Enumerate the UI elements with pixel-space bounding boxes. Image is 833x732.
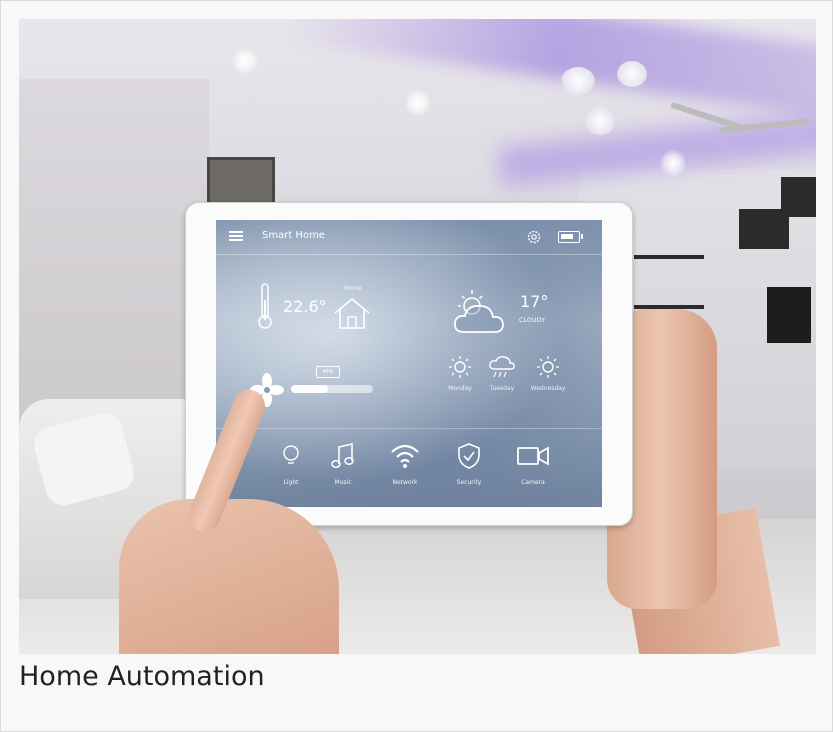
- dock-label: Light: [283, 479, 299, 486]
- rain-cloud-icon: [489, 356, 515, 378]
- ceiling-spotlight: [659, 149, 687, 177]
- image-card: Smart Home 22.6° Home 17° CLOUDY 45% Mon…: [0, 0, 833, 732]
- forecast-day-label: Monday: [448, 385, 472, 392]
- sun-icon: [537, 356, 559, 378]
- ceiling-spotlight: [404, 89, 432, 117]
- thermometer-icon: [258, 283, 272, 329]
- tablet-device: Smart Home 22.6° Home 17° CLOUDY 45% Mon…: [185, 202, 633, 526]
- fan-slider-fill: [291, 385, 328, 393]
- sun-icon: [449, 356, 471, 378]
- dock-network[interactable]: Network: [380, 442, 430, 486]
- hamburger-menu-icon[interactable]: [229, 231, 243, 241]
- forecast-monday[interactable]: Monday: [438, 355, 482, 392]
- dock-security[interactable]: Security: [444, 442, 494, 486]
- dock-music[interactable]: Music: [318, 442, 368, 486]
- weather-temperature: 17°: [520, 292, 549, 311]
- wifi-icon: [391, 444, 419, 468]
- home-automation-photo: Smart Home 22.6° Home 17° CLOUDY 45% Mon…: [19, 19, 816, 654]
- ceiling-light-band: [276, 19, 816, 118]
- fan-slider-value: 45%: [316, 366, 340, 378]
- house-icon[interactable]: [333, 296, 371, 330]
- dock-label: Security: [456, 479, 482, 486]
- gear-icon[interactable]: [526, 229, 542, 245]
- video-camera-icon: [517, 446, 549, 466]
- home-label: Home: [344, 285, 362, 292]
- app-title: Smart Home: [262, 230, 325, 241]
- dock-label: Camera: [521, 479, 545, 486]
- screen-divider: [216, 428, 602, 429]
- wall-shelf: [781, 177, 816, 217]
- fan-speed-slider[interactable]: [291, 385, 373, 393]
- image-caption: Home Automation: [19, 661, 265, 692]
- dock-label: Network: [392, 479, 418, 486]
- forecast-day-label: Wednesday: [530, 385, 566, 392]
- dock-camera[interactable]: Camera: [508, 442, 558, 486]
- forecast-day-label: Tuesday: [489, 385, 515, 392]
- shield-check-icon: [458, 443, 480, 469]
- app-top-bar: Smart Home: [216, 220, 602, 255]
- battery-icon: [558, 231, 583, 243]
- weather-condition: CLOUDY: [519, 317, 546, 324]
- wall-shelf: [634, 255, 704, 259]
- temperature-value: 22.6°: [283, 297, 327, 316]
- music-note-icon: [331, 442, 354, 468]
- chandelier-lamp: [584, 107, 616, 135]
- ceiling-spotlight: [231, 47, 259, 75]
- chandelier-lamp: [617, 61, 647, 87]
- forecast-wednesday[interactable]: Wednesday: [526, 355, 570, 392]
- sun-cloud-icon: [454, 290, 504, 333]
- dock-label: Music: [334, 479, 352, 486]
- left-hand: [119, 499, 339, 654]
- tablet-screen: Smart Home 22.6° Home 17° CLOUDY 45% Mon…: [216, 220, 602, 507]
- chandelier-lamp: [561, 67, 595, 95]
- forecast-tuesday[interactable]: Tuesday: [480, 355, 524, 392]
- bulb-icon: [283, 445, 299, 464]
- television: [767, 287, 811, 343]
- dock-light[interactable]: Light: [266, 442, 316, 486]
